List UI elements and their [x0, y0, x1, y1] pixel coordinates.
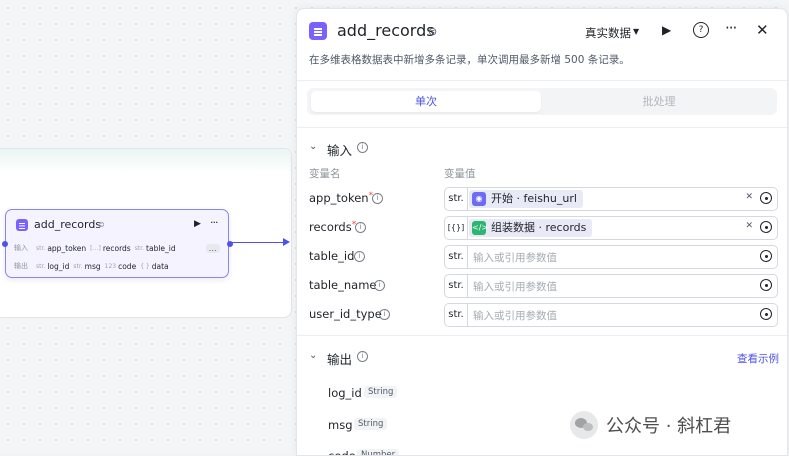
divider — [297, 335, 787, 336]
output-item-name: msg — [328, 418, 353, 432]
type-tag: [{}] — [445, 217, 468, 239]
reference-target-icon[interactable] — [760, 250, 772, 262]
more-icon[interactable]: ··· — [725, 19, 737, 37]
node-input-chip: str. app_token — [36, 243, 87, 253]
tab-batch[interactable]: 批处理 — [545, 91, 773, 112]
node-input-label: 输入 — [14, 244, 28, 252]
node-input-chip: str. table_id — [134, 243, 176, 253]
col-header-value: 变量值 — [444, 168, 476, 180]
node-input-chip: […] records — [90, 243, 131, 253]
clear-icon[interactable]: ✕ — [745, 192, 753, 202]
node-input-port[interactable] — [2, 241, 8, 247]
help-icon[interactable]: ? — [693, 22, 709, 38]
col-header-name: 变量名 — [309, 168, 341, 180]
app-token-field[interactable]: str. ◉ 开始 · feishu_url ✕ — [444, 187, 778, 211]
caret-down-icon[interactable]: ▼ — [633, 27, 639, 36]
previous-node-header — [0, 149, 291, 173]
collapse-input-icon[interactable]: ⌄ — [309, 141, 317, 152]
records-field[interactable]: [{}] </> 组装数据 · records ✕ — [444, 216, 778, 240]
close-icon[interactable]: ✕ — [756, 21, 769, 39]
code-node-icon: </> — [472, 221, 488, 235]
var-name-app-token: app_token* — [309, 191, 374, 205]
node-inputs-row: 输入 str. app_token […] records str. table_id… — [14, 243, 220, 253]
output-section-title: 输出 — [327, 352, 353, 367]
clear-icon[interactable]: ✕ — [745, 221, 753, 231]
node-inputs-more[interactable]: … — [205, 243, 220, 253]
node-output-chip: str. msg — [73, 261, 101, 271]
connection-edge[interactable] — [231, 242, 285, 244]
table-id-input[interactable]: 输入或引用参数值 — [473, 250, 557, 265]
var-name-table-name: table_name — [309, 278, 377, 292]
node-config-panel: add_records ⊜ 真实数据 ▼ ▶ ? ··· ✕ 在多维表格数据表中… — [296, 8, 788, 456]
watermark: 公众号 · 斜杠君 — [570, 411, 731, 439]
input-section-title: 输入 — [327, 143, 353, 158]
info-icon[interactable]: i — [379, 309, 390, 320]
variable-ref-chip[interactable]: </> 组装数据 · records — [469, 219, 593, 237]
divider — [297, 80, 787, 81]
type-tag: str. — [445, 304, 468, 326]
var-name-table-id: table_id — [309, 249, 355, 263]
table-id-field[interactable]: str. 输入或引用参数值 — [444, 245, 778, 269]
reference-target-icon[interactable] — [760, 279, 772, 291]
output-item-type: String — [364, 386, 398, 398]
table-name-input[interactable]: 输入或引用参数值 — [473, 279, 557, 294]
divider — [297, 127, 787, 128]
plugin-list-icon — [16, 219, 28, 231]
node-outputs-row: 输出 str. log_id str. msg 123 code { } data — [14, 261, 169, 271]
data-mode-select[interactable]: 真实数据 — [585, 25, 631, 41]
panel-title[interactable]: add_records — [337, 21, 435, 40]
info-icon[interactable]: i — [374, 280, 385, 291]
output-item-name: log_id — [328, 386, 362, 400]
node-output-chip: 123 code — [104, 261, 137, 271]
node-more-icon[interactable]: ··· — [210, 216, 218, 229]
node-output-chip: { } data — [140, 261, 169, 271]
user-id-type-input[interactable]: 输入或引用参数值 — [473, 308, 557, 323]
run-icon[interactable]: ▶ — [662, 23, 671, 37]
watermark-text: 公众号 · 斜杠君 — [606, 416, 732, 437]
output-item-type: String — [354, 418, 388, 430]
output-item-name: code — [328, 449, 356, 456]
add-records-node[interactable]: add_records ⊜ ▶ ··· 输入 str. app_token […]… — [2, 209, 233, 278]
node-output-label: 输出 — [14, 262, 28, 270]
node-title: add_records — [34, 218, 102, 231]
run-mode-tabs: 单次 批处理 — [307, 88, 777, 115]
view-example-link[interactable]: 查看示例 — [737, 351, 779, 366]
collapse-output-icon[interactable]: ⌄ — [309, 350, 317, 361]
user-id-type-field[interactable]: str. 输入或引用参数值 — [444, 303, 778, 327]
var-name-user-id-type: user_id_type — [309, 307, 382, 321]
panel-description: 在多维表格数据表中新增多条记录，单次调用最多新增 500 条记录。 — [309, 54, 630, 66]
type-tag: str. — [445, 246, 468, 268]
type-tag: str. — [445, 188, 468, 210]
node-badge-icon: ⊜ — [98, 220, 105, 229]
plugin-list-icon — [309, 22, 327, 40]
table-name-field[interactable]: str. 输入或引用参数值 — [444, 274, 778, 298]
start-node-icon: ◉ — [472, 192, 486, 206]
node-output-chip: str. log_id — [36, 261, 70, 271]
info-icon[interactable]: i — [354, 251, 365, 262]
type-tag: str. — [445, 275, 468, 297]
output-item-type: Number — [357, 449, 400, 455]
title-badge-icon: ⊜ — [428, 25, 438, 38]
reference-target-icon[interactable] — [760, 308, 772, 320]
wechat-logo-icon — [570, 411, 598, 439]
reference-target-icon[interactable] — [760, 221, 772, 233]
tab-single[interactable]: 单次 — [311, 91, 541, 112]
info-icon[interactable]: i — [372, 193, 383, 204]
info-icon[interactable]: i — [357, 142, 368, 153]
info-icon[interactable]: i — [357, 351, 368, 362]
info-icon[interactable]: i — [355, 222, 366, 233]
var-name-records: records* — [309, 220, 357, 234]
reference-target-icon[interactable] — [760, 192, 772, 204]
connection-arrow-icon — [283, 238, 290, 246]
node-run-icon[interactable]: ▶ — [194, 219, 201, 229]
variable-ref-chip[interactable]: ◉ 开始 · feishu_url — [469, 190, 583, 208]
